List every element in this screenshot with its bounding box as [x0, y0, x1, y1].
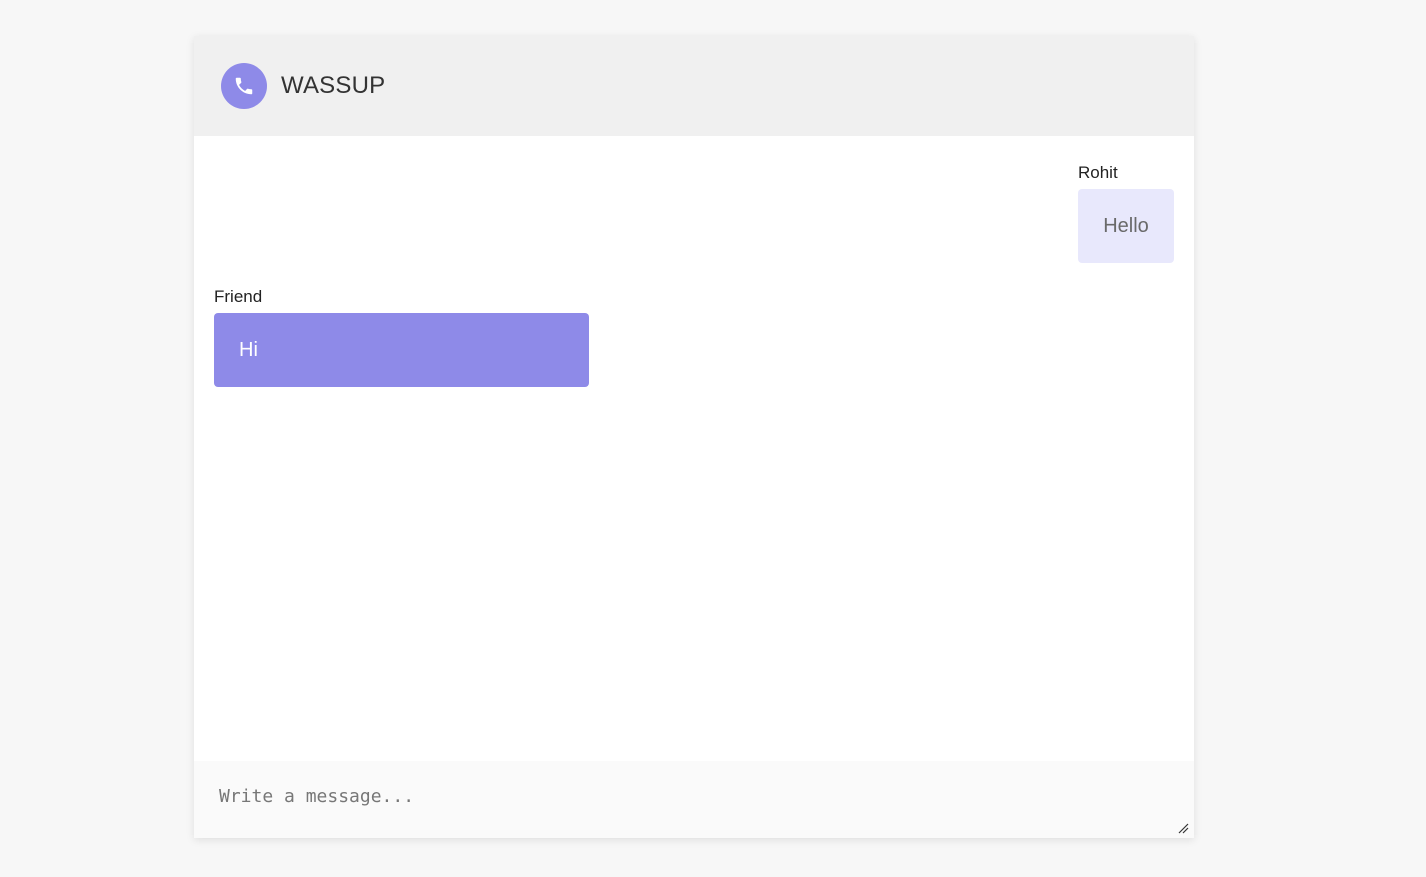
message-sender: Rohit [1078, 163, 1118, 182]
phone-icon [235, 77, 253, 95]
app-title: WASSUP [281, 72, 386, 99]
chat-header: WASSUP [194, 36, 1194, 136]
message-outgoing: Rohit Hello [1078, 163, 1174, 263]
app-logo [221, 63, 267, 109]
resize-handle-icon[interactable] [1178, 823, 1189, 834]
message-incoming: Friend Hi [214, 287, 589, 387]
message-text: Hello [1103, 214, 1149, 237]
message-list: Rohit Hello Friend Hi [194, 136, 1194, 761]
chat-window: WASSUP Rohit Hello Friend Hi [194, 36, 1194, 838]
message-composer [194, 761, 1194, 838]
message-input[interactable] [194, 761, 1194, 838]
message-bubble: Hello [1078, 189, 1174, 263]
message-sender: Friend [214, 287, 263, 306]
message-text: Hi [239, 338, 258, 361]
message-bubble: Hi [214, 313, 589, 387]
